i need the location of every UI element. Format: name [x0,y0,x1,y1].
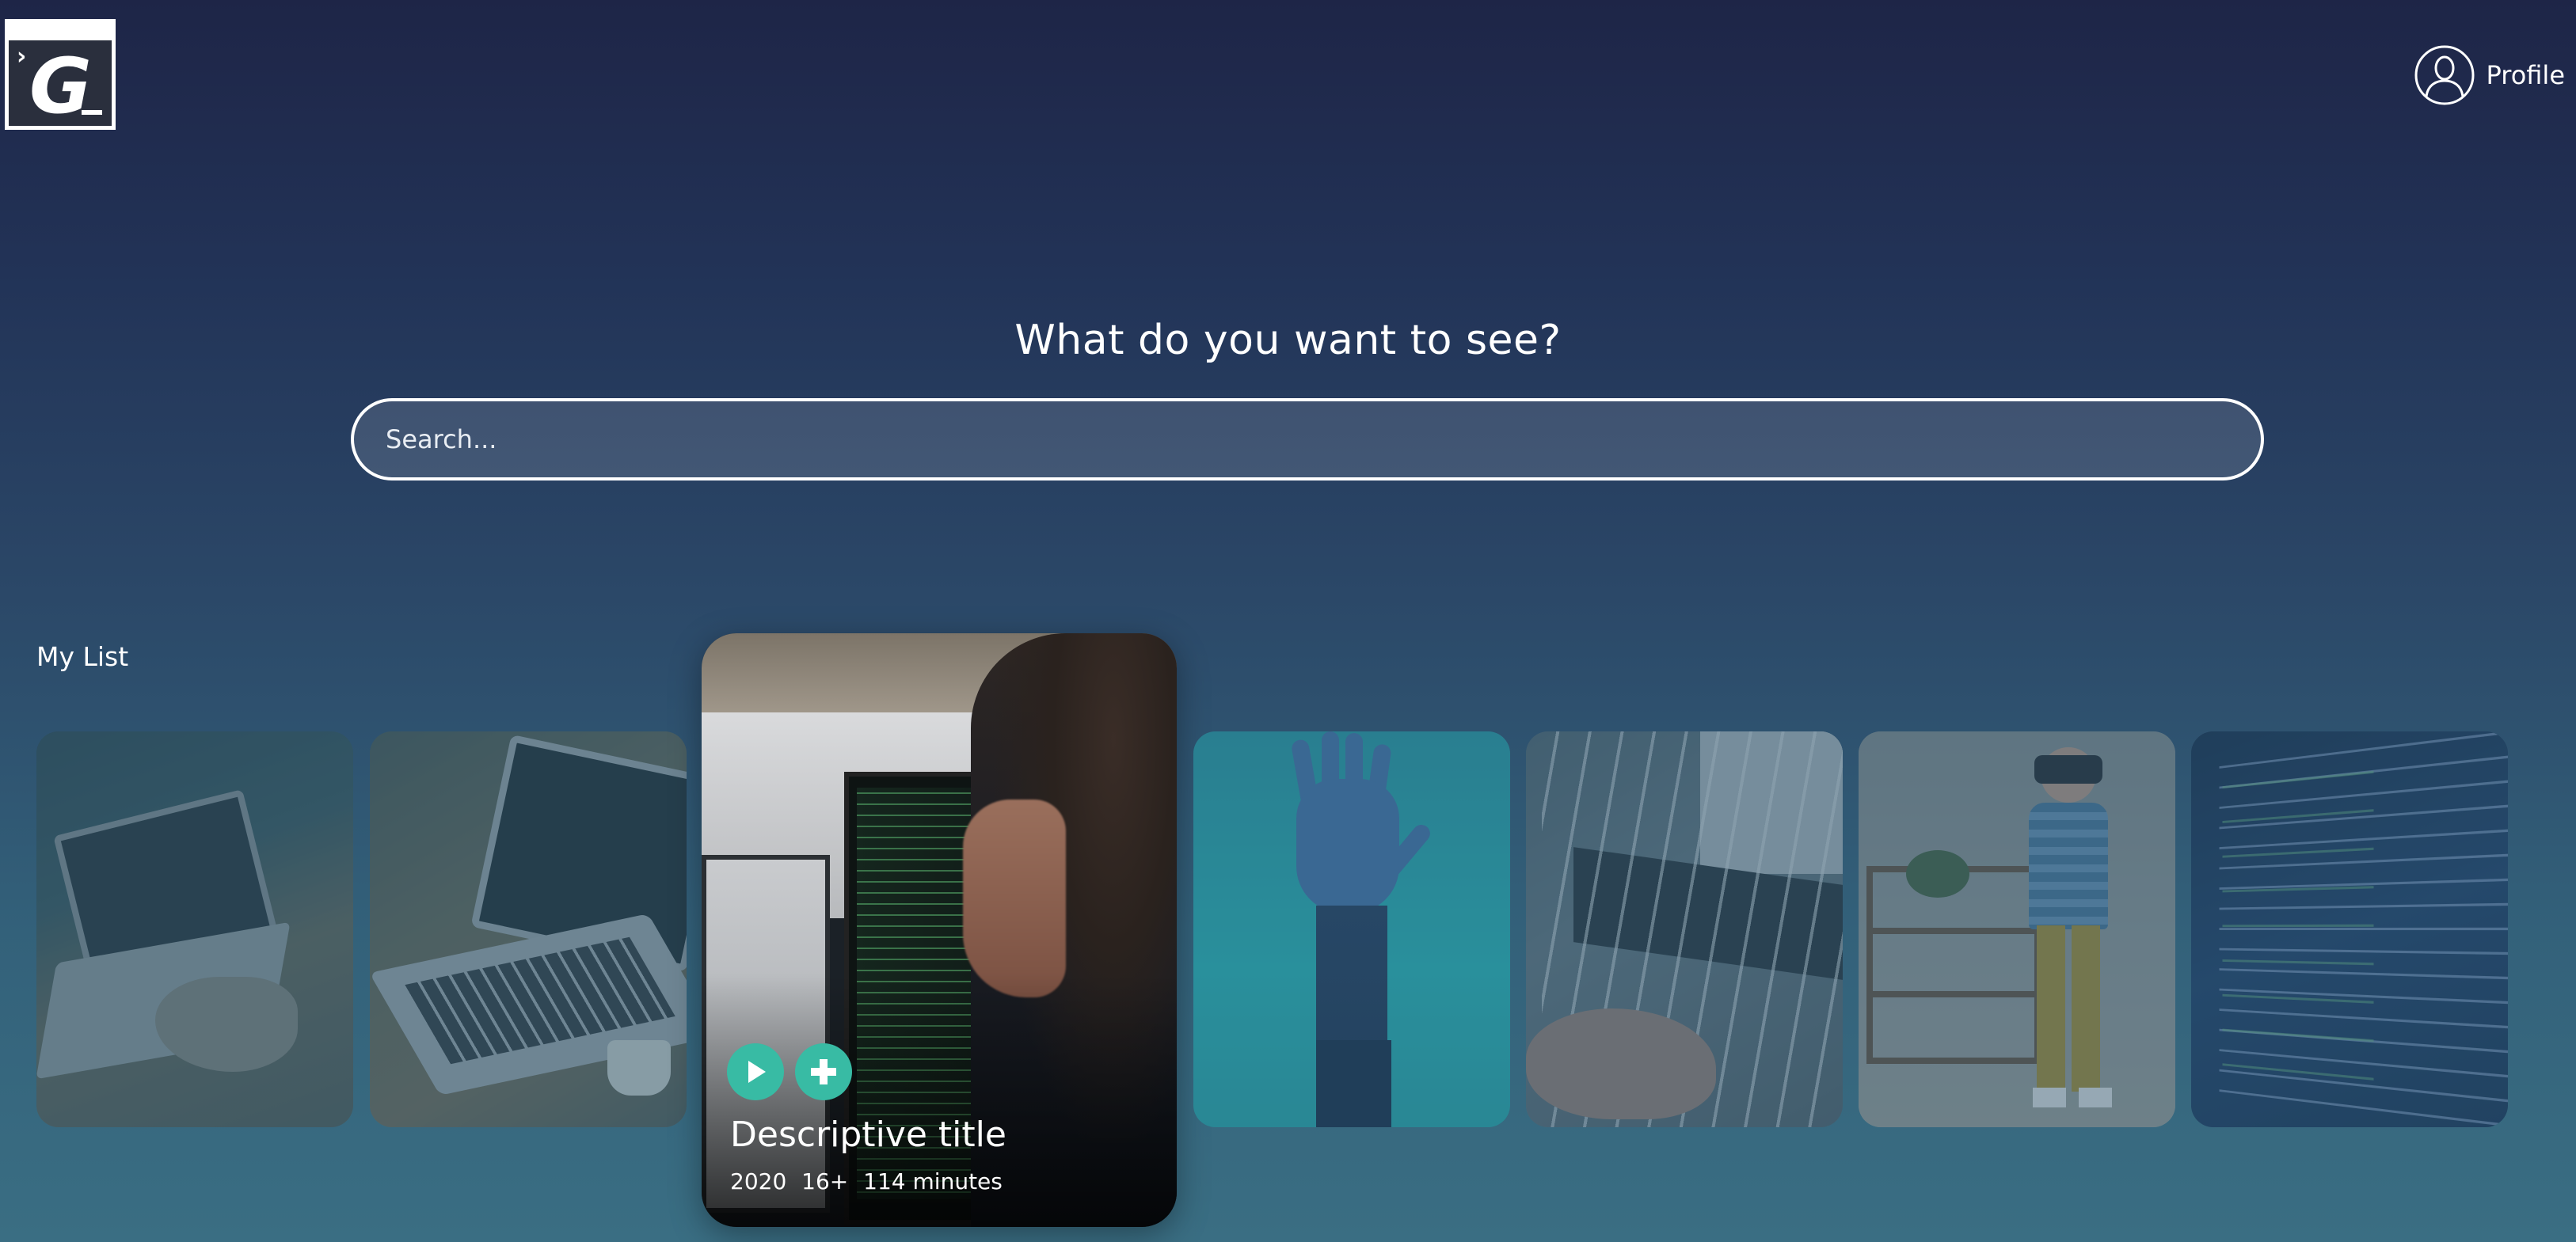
thumbnail-overlay [1859,731,2175,1127]
play-button[interactable] [727,1043,784,1100]
thumbnail-overlay [36,731,353,1127]
face-shape [963,800,1066,997]
thumbnail-overlay [1193,731,1510,1127]
search-bar[interactable] [351,398,2264,480]
featured-duration: 114 minutes [863,1168,1003,1195]
featured-year: 2020 [730,1168,787,1195]
hero-title: What do you want to see? [1014,317,1562,364]
list-item-thumbnail[interactable] [370,731,687,1127]
list-item-thumbnail[interactable] [1859,731,2175,1127]
play-icon [748,1061,766,1083]
thumbnail-overlay [2191,731,2508,1127]
featured-meta: 2020 16+ 114 minutes [730,1168,1003,1195]
search-input[interactable] [384,401,2261,478]
add-to-list-button[interactable] [795,1043,852,1100]
list-item-thumbnail[interactable] [1526,731,1843,1127]
thumbnail-overlay [370,731,687,1127]
plus-icon [811,1059,836,1084]
featured-rating: 16+ [801,1168,849,1195]
profile-button[interactable]: Profile [2414,44,2566,106]
featured-title: Descriptive title [730,1115,1006,1155]
list-item-thumbnail[interactable] [36,731,353,1127]
user-icon [2414,44,2475,106]
list-item-thumbnail[interactable] [1193,731,1510,1127]
logo-chevron: › [17,43,27,70]
thumbnail-overlay [1526,731,1843,1127]
logo-cursor [82,110,102,115]
app-logo[interactable]: › G [5,19,116,130]
featured-list-item[interactable]: Descriptive title 2020 16+ 114 minutes [702,633,1177,1227]
featured-controls [727,1043,852,1100]
profile-label: Profile [2486,60,2566,90]
logo-titlebar [9,23,112,40]
list-item-thumbnail[interactable] [2191,731,2508,1127]
my-list-title: My List [36,641,129,672]
